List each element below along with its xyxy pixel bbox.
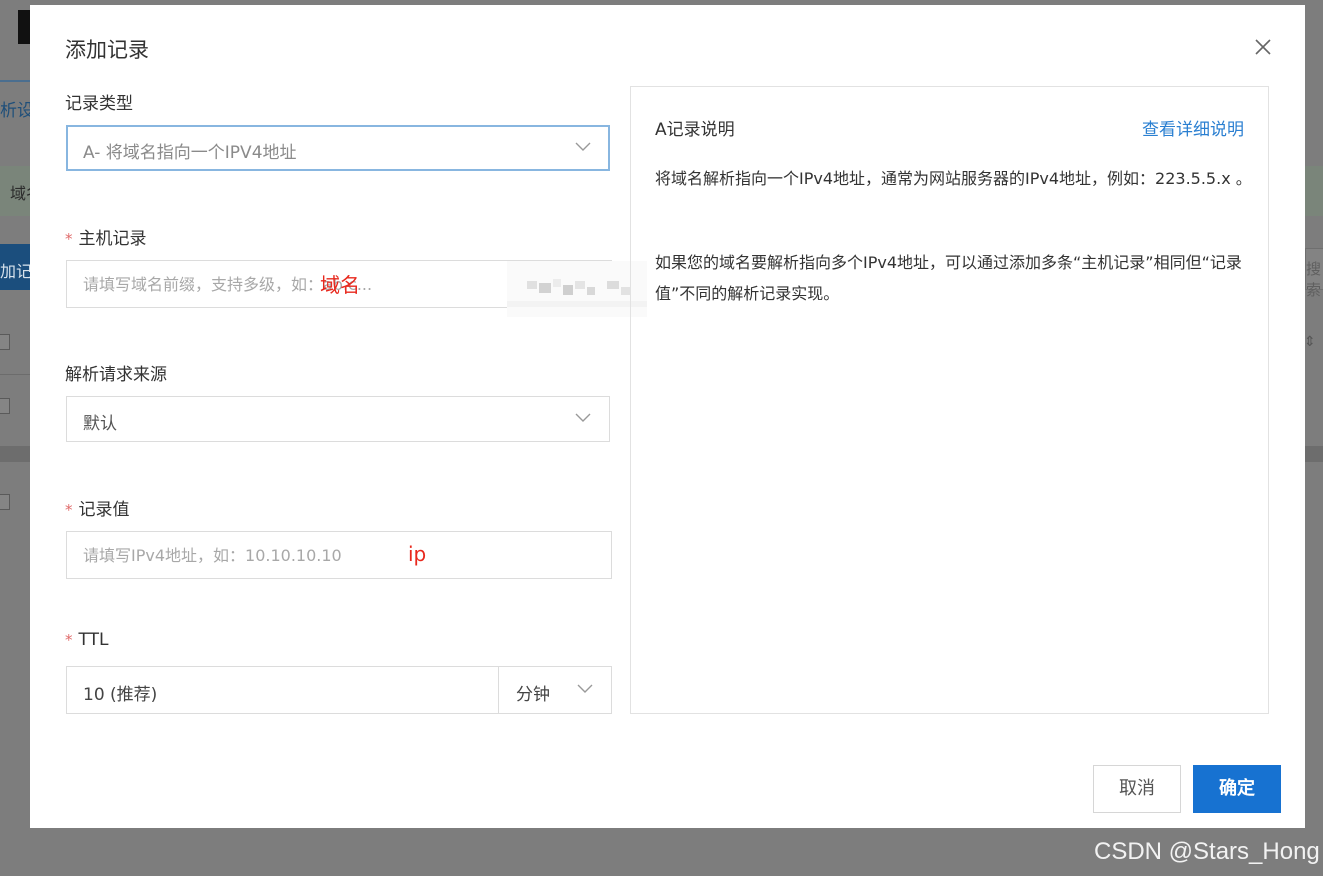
ttl-unit-select[interactable]: 分钟 [499, 667, 611, 713]
dialog-title: 添加记录 [65, 38, 149, 62]
record-value-label: * 记录值 [65, 500, 130, 520]
background-add-record-label: 加记 [0, 262, 33, 281]
host-record-label: * 主机记录 [65, 229, 147, 249]
ttl-field: 10 (推荐) 分钟 [66, 666, 612, 714]
required-asterisk: * [65, 230, 73, 248]
background-table-band [0, 446, 30, 462]
record-value-field [66, 531, 612, 579]
background-tab: 析设 [0, 101, 34, 121]
help-paragraph: 如果您的域名要解析指向多个IPv4地址，可以通过添加多条“主机记录”相同但“记录… [655, 253, 1242, 303]
background-table-band-right [1305, 446, 1323, 462]
help-panel: A记录说明 查看详细说明 将域名解析指向一个IPv4地址，通常为网站服务器的IP… [630, 86, 1269, 714]
record-type-value: A- 将域名指向一个IPV4地址 [83, 143, 297, 163]
cancel-button[interactable]: 取消 [1093, 765, 1181, 813]
background-checkbox [0, 398, 10, 414]
confirm-button[interactable]: 确定 [1193, 765, 1281, 813]
ip-annotation: ip [408, 542, 427, 566]
background-sort-icon: ⇕ [1304, 334, 1316, 350]
watermark: CSDN @Stars_Hong [1094, 838, 1320, 865]
domain-annotation: 域名 [320, 273, 360, 297]
close-icon[interactable] [1252, 36, 1274, 58]
ttl-unit-value: 分钟 [516, 685, 550, 705]
chevron-down-icon [575, 142, 591, 151]
chevron-down-icon [577, 684, 593, 693]
ttl-label: * TTL [65, 630, 109, 650]
required-asterisk: * [65, 501, 73, 519]
record-type-label: 记录类型 [65, 94, 133, 114]
resolve-source-value: 默认 [83, 414, 117, 434]
ttl-value-input[interactable]: 10 (推荐) [83, 680, 157, 705]
background-logo [18, 10, 30, 44]
add-record-dialog: 添加记录 记录类型 A- 将域名指向一个IPV4地址 *主机记录 域名 [30, 5, 1305, 828]
help-paragraph: 将域名解析指向一个IPv4地址，通常为网站服务器的IPv4地址，例如：223.5… [655, 169, 1252, 188]
redacted-mosaic [507, 261, 647, 317]
background-search-text: 搜索 [1306, 260, 1322, 299]
record-type-select[interactable]: A- 将域名指向一个IPV4地址 [66, 125, 610, 171]
required-asterisk: * [65, 631, 73, 649]
resolve-source-label: 解析请求来源 [65, 365, 167, 385]
background-row-divider [0, 374, 30, 375]
chevron-down-icon [575, 413, 591, 422]
record-value-input[interactable] [67, 532, 611, 578]
view-details-link[interactable]: 查看详细说明 [1142, 115, 1244, 140]
background-checkbox [0, 334, 10, 350]
background-checkbox [0, 494, 10, 510]
resolve-source-select[interactable]: 默认 [66, 396, 610, 442]
help-title: A记录说明 [655, 120, 735, 140]
background-tab-indicator [0, 80, 30, 82]
